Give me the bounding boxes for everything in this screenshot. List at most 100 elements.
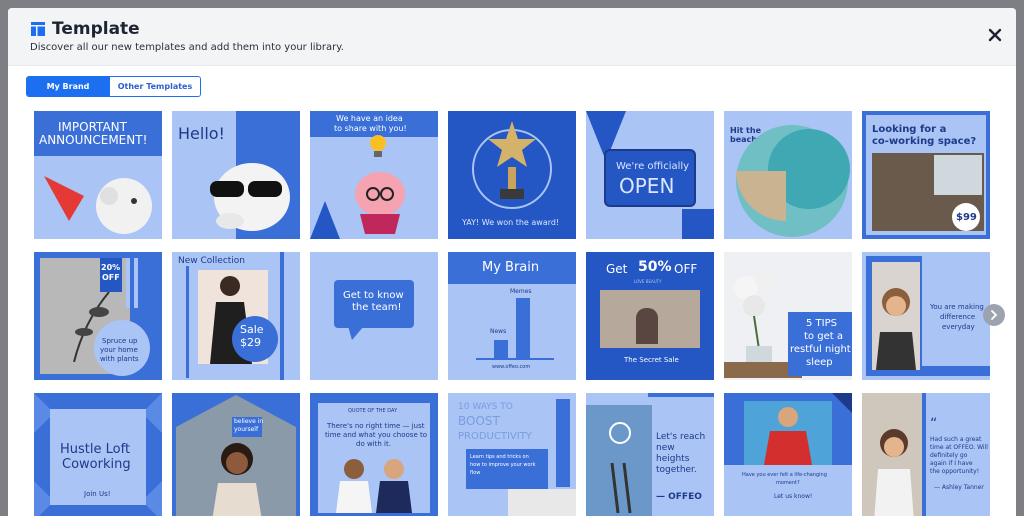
template-card-plants[interactable]: 20% OFF Spruce up your home with plants (34, 252, 162, 380)
template-card-believe-yourself[interactable]: believe in yourself (172, 393, 300, 516)
card-text: OPEN (619, 174, 675, 198)
laughing-woman-photo (874, 429, 914, 516)
card-text: time at OFFEO. Will (930, 444, 988, 451)
card-text: difference (940, 313, 976, 321)
card-text: Learn tips and tricks on (470, 454, 529, 460)
card-text: My Brain (482, 260, 540, 275)
card-text: Had such a great (930, 436, 982, 443)
smiling-woman-photo (876, 288, 916, 370)
template-icon (31, 22, 45, 36)
template-modal: Template Discover all our new templates … (8, 8, 1016, 516)
card-text: Spruce up (102, 337, 138, 345)
card-text: everyday (942, 323, 975, 331)
template-tabs: My Brand Other Templates (26, 76, 201, 97)
card-text: your home (100, 346, 138, 354)
card-text: YAY! We won the award! (462, 218, 560, 227)
card-text: restful night (790, 344, 851, 355)
card-text: new (656, 443, 675, 453)
next-page-button[interactable] (983, 304, 1005, 326)
card-text: 10 WAYS TO (458, 402, 513, 412)
template-card-hello[interactable]: Hello! (172, 111, 300, 239)
card-text: Looking for a (872, 124, 947, 135)
card-text: QUOTE OF THE DAY (348, 408, 398, 414)
card-text: Hello! (178, 124, 225, 143)
happy-woman-photo (212, 443, 262, 516)
card-text: with plants (100, 355, 139, 363)
card-text: There's no right time — just (327, 422, 425, 430)
card-text: moment? (776, 480, 800, 486)
template-card-sleep-tips[interactable]: 5 TIPS to get a restful night sleep (724, 252, 852, 380)
card-text: to get a (804, 331, 843, 342)
card-badge: 20% (101, 263, 121, 272)
template-card-testimonial[interactable]: “ Had such a great time at OFFEO. Will d… (862, 393, 990, 516)
card-text: OFF (674, 262, 698, 276)
card-text: BOOST (458, 414, 500, 428)
template-card-beach[interactable]: Hit the beach (724, 111, 852, 239)
card-price: $29 (240, 336, 261, 349)
card-text: 50% (638, 259, 672, 275)
card-text: Get to know (343, 290, 404, 301)
card-text: heights (656, 454, 690, 464)
excited-man-photo (744, 401, 832, 465)
tab-other-templates[interactable]: Other Templates (109, 77, 200, 96)
card-text: News (490, 328, 507, 335)
template-card-quote-of-day[interactable]: QUOTE OF THE DAY There's no right time —… (310, 393, 438, 516)
template-card-making-difference[interactable]: You are making difference everyday (862, 252, 990, 380)
template-card-secret-sale[interactable]: Get 50% OFF LOVE BEAUTY The Secret Sale (586, 252, 714, 380)
template-card-my-brain[interactable]: My Brain Memes News www.offeo.com (448, 252, 576, 380)
two-people-photo (336, 459, 412, 513)
template-card-coworking[interactable]: Looking for a co-working space? $99 (862, 111, 990, 239)
megaphone-icon (44, 176, 152, 234)
decorative-shape (832, 393, 852, 413)
template-card-idea[interactable]: We have an idea to share with you! (310, 111, 438, 239)
card-text: sleep (806, 357, 833, 368)
template-card-important-announcement[interactable]: IMPORTANT ANNOUNCEMENT! (34, 111, 162, 239)
card-text: Coworking (62, 457, 131, 472)
close-icon[interactable] (988, 28, 1002, 42)
brain-character (355, 172, 405, 234)
card-price: $99 (956, 212, 977, 223)
card-text: The Secret Sale (624, 356, 679, 364)
template-card-hustle-loft[interactable]: Hustle Loft Coworking Join Us! (34, 393, 162, 516)
card-text: do with it. (356, 440, 391, 448)
template-card-new-collection[interactable]: New Collection Sale $29 (172, 252, 300, 380)
card-text: believe in (234, 418, 264, 425)
card-text: We have an idea (336, 114, 403, 123)
card-text: together. (656, 465, 697, 475)
card-text: co-working space? (872, 136, 977, 147)
card-text: Let us know! (774, 493, 813, 500)
card-text: flow (470, 470, 481, 476)
lightbulb-icon (370, 135, 386, 157)
card-text: the team! (352, 302, 402, 313)
card-text: — Ashley Tanner (934, 484, 984, 491)
template-card-life-changing[interactable]: Have you ever felt a life-changing momen… (724, 393, 852, 516)
card-text: definitely go (930, 452, 968, 459)
template-card-open[interactable]: We're officially OPEN (586, 111, 714, 239)
card-text: Get (606, 262, 628, 276)
card-text: yourself (234, 426, 259, 433)
modal-subtitle: Discover all our new templates and add t… (30, 42, 344, 53)
card-text: Let's reach (656, 432, 706, 442)
card-text: 5 TIPS (806, 318, 837, 329)
card-text: We're officially (616, 161, 690, 172)
template-card-award[interactable]: YAY! We won the award! (448, 111, 576, 239)
card-text: how to improve your work (470, 462, 536, 468)
card-text: Hustle Loft (60, 442, 131, 457)
template-card-productivity[interactable]: 10 WAYS TO BOOST PRODUCTIVITY Learn tips… (448, 393, 576, 516)
card-text: again if I have (930, 460, 973, 467)
template-card-reach-heights[interactable]: Let's reach new heights together. — OFFE… (586, 393, 714, 516)
card-text: Join Us! (84, 490, 111, 498)
basketball-photo (609, 422, 632, 513)
decorative-shape (310, 201, 340, 239)
card-text: the opportunity! (930, 468, 980, 475)
card-text: www.offeo.com (492, 364, 531, 370)
quote-icon: “ (930, 416, 938, 432)
card-badge: OFF (102, 273, 120, 282)
chevron-right-icon (991, 310, 998, 320)
star-trophy-icon (488, 121, 536, 199)
card-text: Sale (240, 323, 264, 336)
template-card-team[interactable]: Get to know the team! (310, 252, 438, 380)
tab-my-brand[interactable]: My Brand (27, 77, 109, 96)
speech-bubble-tail (348, 326, 364, 340)
modal-title: Template (52, 19, 140, 39)
